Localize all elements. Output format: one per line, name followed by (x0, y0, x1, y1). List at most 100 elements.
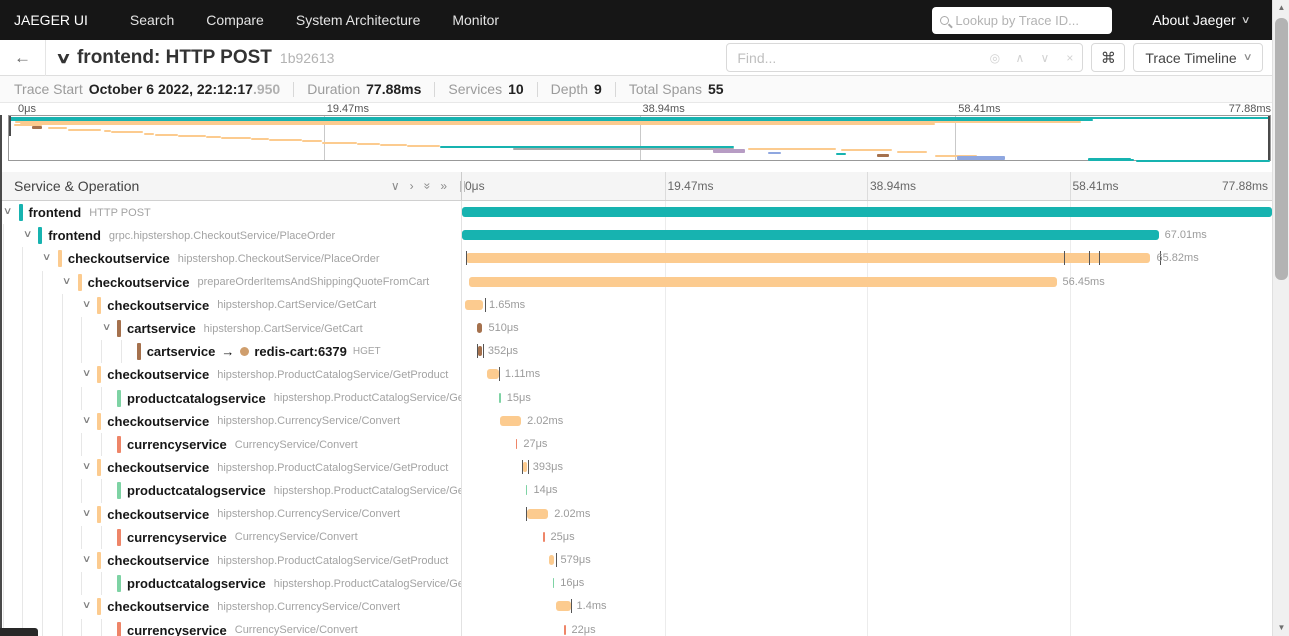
span-duration-bar[interactable] (543, 531, 545, 542)
span-duration-bar[interactable] (499, 392, 501, 403)
span-expand-chevron-icon[interactable]: ∨ (23, 229, 33, 240)
span-row[interactable]: ∨ checkoutservice hipstershop.CurrencyServ… (0, 502, 1272, 526)
span-bar-cell[interactable]: 2.02ms (462, 410, 1272, 433)
next-match-icon[interactable]: ∨ (1032, 51, 1057, 65)
span-duration-bar[interactable] (515, 439, 518, 449)
span-row[interactable]: ∨ checkoutservice hipstershop.CurrencyServ… (0, 595, 1272, 619)
match-target-icon[interactable]: ◎ (982, 51, 1007, 65)
span-bar-cell[interactable]: 579μs (462, 549, 1272, 572)
find-input[interactable] (727, 49, 983, 66)
nav-item-search[interactable]: Search (114, 0, 190, 40)
span-expand-chevron-icon[interactable]: ∨ (82, 508, 92, 519)
span-expand-chevron-icon[interactable]: ∨ (82, 415, 92, 426)
span-row[interactable]: ∨ checkoutservice hipstershop.CheckoutServ… (0, 247, 1272, 271)
collapse-all-icon[interactable]: » (420, 183, 434, 190)
span-bar-cell[interactable]: 25μs (462, 526, 1272, 549)
span-bar-cell[interactable]: 352μs (462, 340, 1272, 363)
expand-all-icon[interactable]: » (440, 179, 447, 193)
span-name-cell[interactable]: ∨ checkoutservice hipstershop.ProductCatal… (0, 456, 461, 480)
span-bar-cell[interactable]: 14μs (462, 479, 1272, 502)
span-duration-bar[interactable] (478, 346, 482, 357)
span-row[interactable]: ∨ checkoutservice hipstershop.CartService/… (0, 293, 1272, 317)
span-row[interactable]: productcatalogservice hipstershop.Product… (0, 386, 1272, 410)
span-bar-cell[interactable]: 65.82ms (462, 247, 1272, 270)
span-name-cell[interactable]: productcatalogservice hipstershop.Product… (0, 572, 461, 596)
span-duration-bar[interactable] (465, 299, 484, 310)
vertical-scrollbar[interactable]: ▲ ▼ (1272, 0, 1289, 636)
span-expand-chevron-icon[interactable]: ∨ (82, 368, 92, 379)
span-expand-chevron-icon[interactable]: ∨ (82, 600, 92, 611)
minimap-left-handle[interactable] (9, 116, 11, 136)
span-duration-bar[interactable] (476, 323, 483, 333)
span-name-cell[interactable]: ∨ checkoutservice hipstershop.CurrencyServ… (0, 595, 461, 619)
span-duration-bar[interactable] (462, 207, 1272, 217)
span-bar-cell[interactable]: 67.01ms (462, 224, 1272, 247)
span-bar-cell[interactable]: 27μs (462, 433, 1272, 456)
span-name-cell[interactable]: ∨ frontend HTTP POST (0, 201, 461, 224)
span-row[interactable]: currencyservice CurrencyService/Convert 22… (0, 618, 1272, 636)
span-expand-chevron-icon[interactable]: ∨ (62, 276, 72, 287)
span-name-cell[interactable]: ∨ checkoutservice hipstershop.CurrencyServ… (0, 409, 461, 433)
keyboard-shortcuts-button[interactable]: ⌘ (1091, 43, 1126, 72)
trace-id-search-input[interactable] (955, 12, 1105, 28)
span-name-cell[interactable]: ∨ checkoutservice prepareOrderItemsAndShip… (0, 270, 461, 294)
trace-minimap[interactable] (8, 115, 1271, 162)
span-bar-cell[interactable]: 15μs (462, 387, 1272, 410)
span-row[interactable]: currencyservice CurrencyService/Convert 27… (0, 433, 1272, 457)
collapse-one-icon[interactable]: ∨ (391, 179, 400, 193)
span-name-cell[interactable]: productcatalogservice hipstershop.Product… (0, 479, 461, 503)
prev-match-icon[interactable]: ∧ (1007, 51, 1032, 65)
collapse-trace-chevron-icon[interactable]: ∨ (55, 49, 71, 67)
span-bar-cell[interactable]: 16μs (462, 572, 1272, 595)
span-row[interactable]: ∨ checkoutservice hipstershop.ProductCatal… (0, 549, 1272, 573)
span-duration-bar[interactable] (525, 485, 528, 496)
span-expand-chevron-icon[interactable]: ∨ (3, 206, 13, 217)
span-row[interactable]: productcatalogservice hipstershop.Product… (0, 572, 1272, 596)
span-bar-cell[interactable]: 393μs (462, 456, 1272, 479)
span-duration-bar[interactable] (500, 415, 522, 426)
span-duration-bar[interactable] (564, 624, 566, 635)
span-name-cell[interactable]: ∨ checkoutservice hipstershop.CheckoutServ… (0, 247, 461, 271)
nav-item-monitor[interactable]: Monitor (436, 0, 515, 40)
span-bar-cell[interactable]: 1.65ms (462, 294, 1272, 317)
span-row[interactable]: productcatalogservice hipstershop.Product… (0, 479, 1272, 503)
span-bar-cell[interactable]: 2.02ms (462, 503, 1272, 526)
span-bar-cell[interactable]: 22μs (462, 619, 1272, 636)
span-duration-bar[interactable] (552, 578, 555, 589)
span-row[interactable]: currencyservice CurrencyService/Convert 25… (0, 525, 1272, 549)
span-row[interactable]: cartservice → redis-cart:6379 HGET 352μs (0, 340, 1272, 364)
span-row[interactable]: ∨ checkoutservice hipstershop.ProductCatal… (0, 363, 1272, 387)
span-name-cell[interactable]: currencyservice CurrencyService/Convert (0, 433, 461, 457)
span-name-cell[interactable]: ∨ frontend grpc.hipstershop.CheckoutServic… (0, 224, 461, 248)
span-name-cell[interactable]: ∨ checkoutservice hipstershop.ProductCatal… (0, 549, 461, 573)
span-row[interactable]: ∨ cartservice hipstershop.CartService/GetC… (0, 317, 1272, 341)
span-duration-bar[interactable] (466, 253, 1151, 264)
span-row[interactable]: ∨ checkoutservice hipstershop.ProductCatal… (0, 456, 1272, 480)
span-expand-chevron-icon[interactable]: ∨ (82, 554, 92, 565)
span-name-cell[interactable]: ∨ checkoutservice hipstershop.ProductCatal… (0, 363, 461, 387)
back-button[interactable]: ← (0, 39, 46, 76)
span-name-cell[interactable]: cartservice → redis-cart:6379 HGET (0, 340, 461, 364)
span-expand-chevron-icon[interactable]: ∨ (101, 322, 111, 333)
expand-one-icon[interactable]: › (410, 179, 414, 193)
nav-item-compare[interactable]: Compare (190, 0, 280, 40)
span-name-cell[interactable]: currencyservice CurrencyService/Convert (0, 525, 461, 549)
span-expand-chevron-icon[interactable]: ∨ (42, 252, 52, 263)
span-duration-bar[interactable] (522, 462, 527, 473)
span-duration-bar[interactable] (527, 508, 549, 519)
scroll-up-icon[interactable]: ▲ (1273, 1, 1289, 15)
span-name-cell[interactable]: ∨ checkoutservice hipstershop.CartService/… (0, 293, 461, 317)
span-duration-bar[interactable] (548, 555, 555, 565)
span-duration-bar[interactable] (469, 276, 1057, 287)
trace-id-search[interactable] (932, 6, 1113, 34)
span-name-cell[interactable]: ∨ checkoutservice hipstershop.CurrencyServ… (0, 502, 461, 526)
span-bar-cell[interactable]: 1.11ms (462, 363, 1272, 386)
span-bar-cell[interactable]: 510μs (462, 317, 1272, 340)
span-bar-cell[interactable]: 1.4ms (462, 595, 1272, 618)
span-duration-bar[interactable] (487, 369, 499, 380)
span-row[interactable]: ∨ frontend HTTP POST (0, 201, 1272, 224)
scrollbar-thumb[interactable] (1275, 18, 1288, 280)
span-row[interactable]: ∨ checkoutservice hipstershop.CurrencyServ… (0, 409, 1272, 433)
span-expand-chevron-icon[interactable]: ∨ (82, 461, 92, 472)
span-bar-cell[interactable] (462, 201, 1272, 224)
